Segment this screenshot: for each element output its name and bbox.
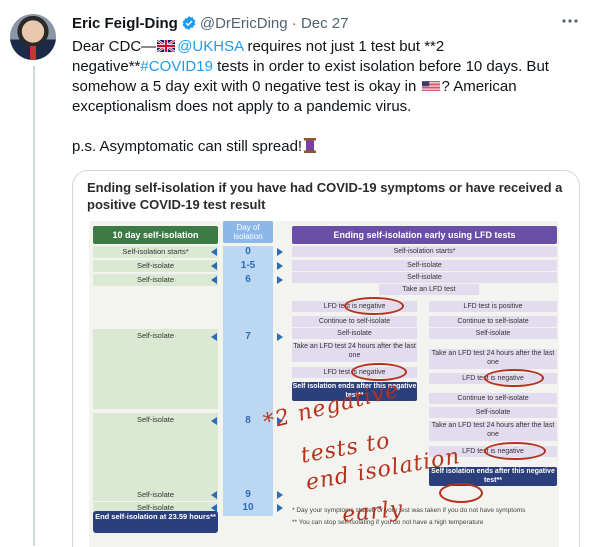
left-row: Self-isolate: [93, 274, 218, 286]
arrow-left-icon: [211, 276, 217, 284]
flow-step: Self-isolate: [292, 260, 557, 271]
handwritten-circle: [439, 483, 483, 503]
flow-step: Continue to self-isolate: [429, 393, 557, 404]
left-row: Self-isolate: [93, 260, 218, 272]
flow-step: Take an LFD test: [379, 284, 479, 295]
flow-step: Self-isolate: [292, 328, 417, 339]
flow-step: Self-isolate: [429, 407, 557, 418]
handwritten-circle: [484, 442, 546, 460]
arrow-left-icon: [211, 417, 217, 425]
day-label: 10: [242, 502, 254, 513]
text-ps: p.s. Asymptomatic can still spread!: [72, 138, 303, 155]
arrow-right-icon: [277, 333, 283, 341]
arrow-right-icon: [277, 504, 283, 512]
right-column-header: Ending self-isolation early using LFD te…: [292, 226, 557, 244]
flow-start: Self-isolation starts*: [292, 246, 557, 257]
handwritten-circle: [344, 297, 404, 315]
more-horizontal-icon[interactable]: [560, 12, 580, 32]
day-label: 7: [245, 331, 251, 342]
flow-step: Continue to self-isolate: [292, 316, 417, 327]
mid-column-header: Day of isolation: [223, 221, 273, 243]
uk-flag-icon: [156, 38, 176, 53]
text-part1: Dear CDC—: [72, 38, 157, 55]
flow-step: Take an LFD test 24 hours after the last…: [429, 349, 557, 369]
flow-step: Self-isolate: [292, 272, 557, 283]
left-row: Self-isolate: [93, 489, 218, 501]
author-name[interactable]: Eric Feigl-Ding: [72, 15, 178, 32]
arrow-left-icon: [211, 333, 217, 341]
author-handle[interactable]: @DrEricDing: [200, 15, 288, 32]
thread-spool-icon: [304, 138, 317, 153]
tweet-header: Eric Feigl-Ding @DrEricDing · Dec 27: [72, 14, 348, 37]
arrow-right-icon: [277, 262, 283, 270]
arrow-left-icon: [211, 248, 217, 256]
flow-step: Self-isolate: [429, 328, 557, 339]
left-row: Self-isolate: [93, 329, 218, 409]
hashtag-link[interactable]: #COVID19: [140, 58, 213, 75]
day-label: 1-5: [240, 260, 256, 271]
arrow-right-icon: [277, 491, 283, 499]
flow-step: LFD test is positive: [429, 301, 557, 312]
handwritten-circle: [484, 369, 544, 387]
handwritten-circle: [351, 363, 407, 381]
left-column-header: 10 day self-isolation: [93, 226, 218, 244]
left-row: Self-isolation starts*: [93, 246, 218, 258]
flow-step: Continue to self-isolate: [429, 316, 557, 327]
us-flag-icon: [421, 78, 440, 91]
footnote: * Day your symptoms started or your test…: [292, 507, 526, 514]
tweet-text: Dear CDC— @UKHSA requires not just 1 test…: [72, 37, 572, 157]
day-label: 6: [245, 274, 251, 285]
separator: ·: [291, 15, 297, 32]
flow-step: Take an LFD test 24 hours after the last…: [292, 342, 417, 362]
arrow-left-icon: [211, 491, 217, 499]
arrow-right-icon: [277, 248, 283, 256]
left-row: Self-isolate: [93, 413, 218, 493]
arrow-left-icon: [211, 262, 217, 270]
mention-link[interactable]: @UKHSA: [177, 38, 243, 55]
day-column: [223, 246, 273, 516]
verified-badge-icon: [181, 15, 197, 37]
end-isolation-box: End self-isolation at 23.59 hours**: [93, 511, 218, 533]
flow-step: Take an LFD test 24 hours after the last…: [429, 421, 557, 441]
tweet-date[interactable]: Dec 27: [301, 15, 349, 32]
thread-line: [33, 66, 35, 546]
arrow-right-icon: [277, 276, 283, 284]
tweet-image[interactable]: Ending self-isolation if you have had CO…: [72, 170, 580, 547]
day-label: 9: [245, 489, 251, 500]
avatar[interactable]: [10, 14, 56, 60]
infographic: 10 day self-isolation Day of isolation E…: [89, 221, 559, 547]
infographic-title: Ending self-isolation if you have had CO…: [87, 180, 563, 212]
day-label: 0: [245, 246, 251, 257]
